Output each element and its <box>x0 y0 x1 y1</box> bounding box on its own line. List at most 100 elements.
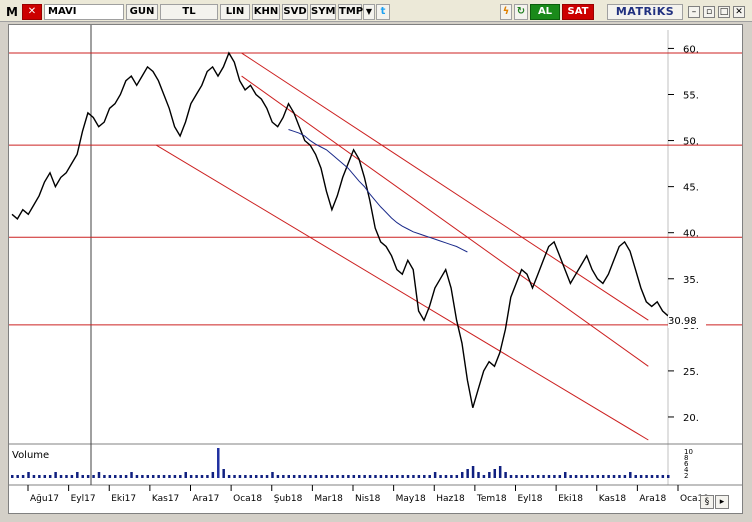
volume-bar <box>612 475 616 478</box>
volume-bar <box>282 475 285 478</box>
volume-bar <box>656 475 659 478</box>
volume-bar <box>563 472 567 478</box>
volume-label: Volume <box>12 450 50 461</box>
volume-bar <box>260 475 263 478</box>
volume-bar <box>401 475 404 478</box>
volume-bar <box>141 475 144 478</box>
volume-bar <box>580 475 583 478</box>
volume-bar <box>265 475 269 478</box>
volume-bar <box>395 475 399 478</box>
volume-bar <box>596 475 600 478</box>
chart-corner-controls: § ▸ <box>700 495 740 513</box>
channel-line <box>156 144 649 441</box>
volume-bar <box>222 469 225 478</box>
volume-bar <box>536 475 540 478</box>
price-series-line <box>11 51 669 408</box>
volume-bar <box>320 475 323 478</box>
volume-bar <box>97 472 101 478</box>
volume-bar <box>211 472 215 478</box>
volume-bar <box>357 475 361 478</box>
volume-bar <box>238 475 242 478</box>
x-tick-label: Mar18 <box>314 494 343 504</box>
volume-bar <box>146 475 150 478</box>
volume-bar <box>249 475 253 478</box>
volume-bar <box>195 475 198 478</box>
volume-bar <box>368 475 372 478</box>
x-tick-label: Ara17 <box>193 494 220 504</box>
x-tick-label: Kas17 <box>152 494 179 504</box>
volume-bar <box>114 475 117 478</box>
volume-bar <box>233 475 236 478</box>
expand-icon[interactable]: ▸ <box>715 495 729 509</box>
volume-bar <box>471 466 475 478</box>
x-tick-label: Oca18 <box>233 494 262 504</box>
volume-bar <box>569 475 572 478</box>
volume-bar <box>363 475 366 478</box>
volume-bar <box>374 475 377 478</box>
volume-bar <box>639 475 643 478</box>
x-tick-label: Ağu17 <box>30 494 59 504</box>
volume-bar <box>336 475 339 478</box>
volume-bar <box>244 475 247 478</box>
volume-bar <box>206 475 209 478</box>
volume-bar <box>347 475 350 478</box>
volume-bar <box>455 475 459 478</box>
volume-bar <box>157 475 160 478</box>
y-tick-label: 45. <box>683 183 699 194</box>
volume-bar <box>417 475 421 478</box>
volume-bar <box>645 475 648 478</box>
volume-bar <box>379 475 383 478</box>
volume-bar <box>330 475 334 478</box>
volume-bar <box>444 475 448 478</box>
volume-bar <box>38 475 41 478</box>
x-tick-label: Kas18 <box>599 494 627 504</box>
volume-bar <box>661 475 665 478</box>
settings-icon[interactable]: § <box>700 495 714 509</box>
volume-bar <box>184 472 187 478</box>
x-tick-label: Şub18 <box>274 494 303 504</box>
volume-bar <box>81 475 84 478</box>
volume-bar <box>108 475 112 478</box>
volume-bar <box>119 475 122 478</box>
x-tick-label: Eki18 <box>558 494 583 504</box>
volume-bar <box>623 475 627 478</box>
volume-bar <box>173 475 177 478</box>
volume-bar <box>433 472 437 478</box>
price-chart[interactable]: 60.55.50.45.40.35.30.25.20.108642Ağu17Ey… <box>0 0 752 522</box>
volume-bar <box>32 475 36 478</box>
y-tick-label: 50. <box>683 137 699 148</box>
volume-bar <box>276 475 280 478</box>
volume-bar <box>162 475 166 478</box>
volume-bar <box>439 475 442 478</box>
volume-bar <box>292 475 296 478</box>
volume-bar <box>48 475 52 478</box>
y-tick-label: 40. <box>683 229 699 240</box>
y-tick-label: 20. <box>683 413 699 424</box>
volume-bar <box>76 472 79 478</box>
volume-bar <box>227 475 231 478</box>
volume-bar <box>135 475 139 478</box>
x-tick-label: Eyl17 <box>71 494 96 504</box>
volume-bar <box>70 475 74 478</box>
volume-bar <box>65 475 68 478</box>
volume-bar <box>553 475 556 478</box>
volume-bar <box>412 475 415 478</box>
volume-bar <box>92 475 95 478</box>
volume-bar <box>59 475 63 478</box>
volume-bar <box>526 475 529 478</box>
volume-bar <box>303 475 307 478</box>
x-tick-label: Tem18 <box>476 494 507 504</box>
volume-bar <box>271 472 274 478</box>
volume-bar <box>11 475 14 478</box>
volume-bar <box>601 475 605 478</box>
volume-bar <box>189 475 193 478</box>
x-tick-label: Nis18 <box>355 494 381 504</box>
x-tick-label: Eki17 <box>111 494 136 504</box>
volume-bar <box>466 469 469 478</box>
volume-bar <box>309 475 312 478</box>
volume-bar <box>151 475 155 478</box>
volume-bar <box>629 472 632 478</box>
volume-bar <box>618 475 621 478</box>
x-tick-label: May18 <box>396 494 426 504</box>
volume-bar <box>493 469 497 478</box>
